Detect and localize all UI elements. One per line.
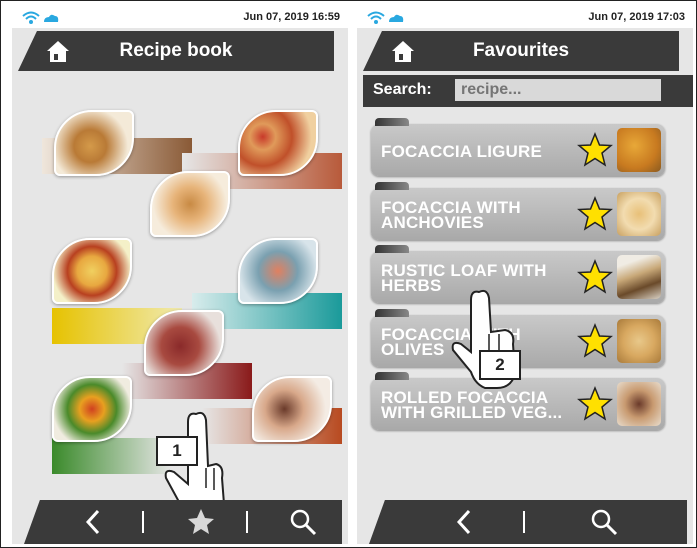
callout-number: 1	[156, 436, 198, 466]
search-label: Search:	[373, 81, 432, 98]
cloud-icon	[44, 14, 59, 22]
item-tab	[375, 372, 409, 380]
header-bar: Recipe book	[18, 31, 334, 71]
recipe-thumbnail	[617, 319, 661, 363]
item-tab	[375, 118, 409, 126]
recipe-thumbnail	[617, 192, 661, 236]
status-bar: Jun 07, 2019 17:03	[357, 8, 693, 28]
header-bar: Favourites	[363, 31, 679, 71]
cloud-icon	[389, 14, 404, 22]
screen-favourites: Jun 07, 2019 17:03 Favourites Search: FO…	[357, 8, 693, 544]
search-bar: Search:	[363, 75, 693, 107]
back-button[interactable]	[68, 500, 118, 544]
item-tab	[375, 309, 409, 317]
wifi-icon	[22, 11, 59, 24]
favourite-item[interactable]: FOCACCIA WITH ANCHOVIES	[371, 182, 665, 240]
recipe-thumbnail	[617, 382, 661, 426]
star-icon[interactable]	[577, 132, 613, 168]
category-tile-vegetables[interactable]	[52, 376, 132, 442]
star-icon[interactable]	[577, 386, 613, 422]
search-icon	[290, 509, 317, 536]
recipe-thumbnail	[617, 255, 661, 299]
status-time: Jun 07, 2019 16:59	[243, 11, 340, 23]
hand-pointer-icon	[451, 289, 517, 389]
back-button[interactable]	[439, 500, 489, 544]
favourite-item[interactable]: FOCACCIA LIGURE	[371, 118, 665, 176]
favourites-button[interactable]	[176, 500, 226, 544]
category-tile-pasta[interactable]	[52, 238, 132, 304]
recipe-thumbnail	[617, 128, 661, 172]
nav-divider	[246, 511, 248, 533]
item-label: FOCACCIA WITH ANCHOVIES	[381, 198, 521, 232]
star-icon[interactable]	[577, 259, 613, 295]
back-chevron-icon	[456, 509, 471, 535]
search-input[interactable]	[455, 79, 661, 101]
item-label: FOCACCIA LIGURE	[381, 141, 543, 161]
star-icon	[188, 509, 214, 534]
nav-divider	[142, 511, 144, 533]
search-button[interactable]	[278, 500, 328, 544]
bottom-nav	[369, 500, 687, 544]
screen-recipe-book: Jun 07, 2019 16:59 Recipe book 1	[12, 8, 348, 544]
search-button[interactable]	[579, 500, 629, 544]
back-chevron-icon	[85, 509, 100, 535]
category-tile-pastry[interactable]	[150, 171, 230, 237]
callout-number: 2	[479, 350, 521, 380]
page-title: Recipe book	[119, 40, 233, 61]
item-tab	[375, 182, 409, 190]
status-time: Jun 07, 2019 17:03	[588, 11, 685, 23]
status-bar: Jun 07, 2019 16:59	[12, 8, 348, 28]
bottom-nav	[24, 500, 342, 544]
item-tab	[375, 245, 409, 253]
star-icon[interactable]	[577, 323, 613, 359]
search-icon	[591, 509, 618, 536]
star-icon[interactable]	[577, 196, 613, 232]
nav-divider	[523, 511, 525, 533]
wifi-icon	[367, 11, 404, 24]
page-title: Favourites	[472, 40, 570, 61]
